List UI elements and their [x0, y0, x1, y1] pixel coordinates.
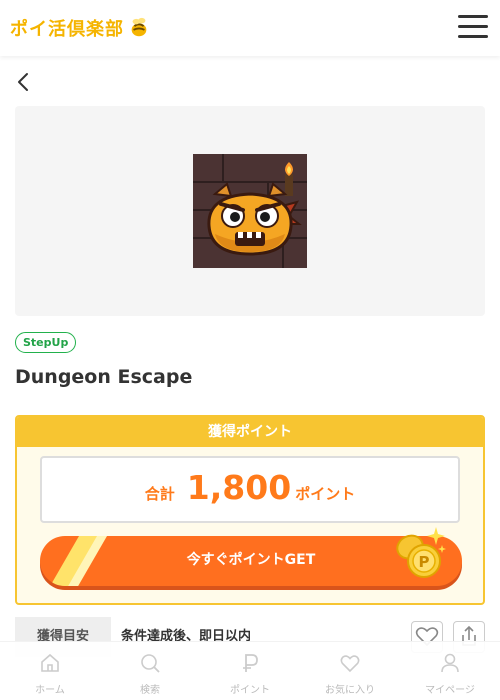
heart-icon: [340, 655, 360, 673]
points-unit: ポイント: [295, 485, 356, 503]
app-header: ポイ活倶楽部: [0, 0, 500, 56]
nav-label-search: 検索: [140, 685, 160, 696]
bee-logo-icon: [131, 17, 147, 37]
offer-title: Dungeon Escape: [15, 366, 193, 388]
total-points-card: 合計 1,800 ポイント: [40, 456, 460, 523]
site-logo[interactable]: ポイ活倶楽部: [10, 14, 150, 42]
nav-label-points: ポイント: [230, 685, 270, 696]
nav-mypage[interactable]: マイページ: [400, 642, 500, 700]
nav-favorites[interactable]: お気に入り: [300, 642, 400, 700]
offer-hero: [15, 106, 485, 316]
search-icon: [141, 654, 160, 673]
game-app-icon: [193, 154, 307, 268]
nav-label-home: ホーム: [35, 685, 65, 696]
logo-text: ポイ活倶楽部: [10, 19, 124, 40]
user-icon: [441, 653, 459, 673]
chevron-left-icon: [18, 73, 28, 91]
nav-home[interactable]: ホーム: [0, 642, 100, 700]
back-button[interactable]: [14, 70, 34, 94]
total-points-value: 1,800: [186, 468, 292, 507]
hamburger-menu-button[interactable]: [458, 14, 488, 40]
hamburger-menu-icon: [458, 15, 488, 18]
stepup-badge: StepUp: [15, 332, 77, 353]
nav-search[interactable]: 検索: [100, 642, 200, 700]
home-icon: [41, 653, 59, 672]
nav-label-favorites: お気に入り: [325, 685, 375, 696]
bottom-navigation: ホーム 検索 ポイント お気に入り マイページ: [0, 641, 500, 700]
nav-points[interactable]: ポイント: [200, 642, 300, 700]
points-heading: 獲得ポイント: [17, 417, 483, 447]
coins-icon: P: [396, 527, 446, 578]
point-icon: [243, 654, 258, 672]
svg-text:P: P: [419, 553, 430, 571]
total-label: 合計: [144, 485, 175, 503]
nav-label-mypage: マイページ: [425, 685, 475, 696]
